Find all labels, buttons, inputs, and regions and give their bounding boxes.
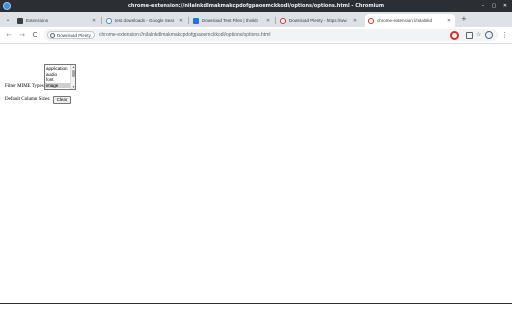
close-window-button[interactable]: ✕: [502, 0, 508, 12]
default-column-label: Default Column Sizes:: [5, 97, 51, 102]
scroll-down-icon[interactable]: ▼: [71, 85, 75, 89]
google-icon: [106, 17, 112, 24]
scroll-up-icon[interactable]: ▲: [71, 65, 75, 69]
close-icon[interactable]: ✕: [91, 18, 97, 24]
extension-icon: [50, 32, 55, 38]
filter-mime-label: Filter MIME Types:: [5, 84, 46, 89]
address-bar[interactable]: Download Plenty chrome-extension://niIal…: [44, 29, 498, 41]
tab-strip: ⌄ Extensions ✕ test downloads - Google S…: [0, 12, 512, 27]
window-controls: – ▢ ✕: [480, 0, 508, 12]
clear-button[interactable]: Clear: [52, 95, 72, 104]
close-icon[interactable]: ✕: [446, 18, 452, 24]
tab-label: Download Plenty - https://ww: [289, 18, 347, 23]
window-title: chrome-extension://niIalnkdlmakmakcpdofg…: [127, 3, 385, 9]
page-icon: [193, 17, 199, 24]
forward-button[interactable]: →: [17, 30, 27, 40]
tab-divider: [188, 17, 189, 24]
tab-divider: [101, 17, 102, 24]
mime-option-selected[interactable]: image: [45, 82, 71, 88]
chip-label: Download Plenty: [57, 32, 91, 38]
screen-bottom-border: [0, 303, 512, 304]
window-titlebar: chrome-extension://niIalnkdlmakmakcpdofg…: [0, 0, 512, 12]
tab-download-test-files[interactable]: Download Test Files | thinkb ✕: [190, 14, 274, 27]
browser-toolbar: ← → C Download Plenty chrome-extension:/…: [0, 27, 512, 44]
new-tab-button[interactable]: +: [461, 15, 467, 24]
tab-download-plenty[interactable]: Download Plenty - https://ww ✕: [277, 14, 361, 27]
download-plenty-extension-icon[interactable]: [450, 31, 459, 40]
scroll-thumb[interactable]: [72, 70, 75, 77]
bookmark-star-icon[interactable]: ☆: [476, 29, 481, 41]
close-icon[interactable]: ✕: [178, 18, 184, 24]
default-column-row: Default Column Sizes: Clear: [5, 95, 72, 104]
reload-button[interactable]: C: [30, 30, 40, 40]
puzzle-icon: [17, 17, 23, 24]
tab-google-search[interactable]: test downloads - Google Sear ✕: [103, 14, 187, 27]
tab-label: Extensions: [26, 18, 49, 23]
options-page: Filter MIME Types: application audio fon…: [0, 45, 512, 303]
browser-menu-icon[interactable]: ⋮: [501, 30, 508, 40]
extension-chip[interactable]: Download Plenty: [47, 31, 95, 39]
tab-label: test downloads - Google Sear: [115, 18, 175, 23]
listbox-scrollbar[interactable]: ▲ ▼: [70, 65, 75, 89]
tab-divider: [275, 17, 276, 24]
close-icon[interactable]: ✕: [352, 18, 358, 24]
extensions-puzzle-icon[interactable]: [466, 32, 473, 39]
tab-label: chrome-extension://niIalnkd: [377, 18, 433, 23]
tab-search-icon[interactable]: ⌄: [4, 15, 12, 24]
maximize-button[interactable]: ▢: [491, 0, 497, 12]
tab-options-active[interactable]: chrome-extension://niIalnkd ✕: [365, 14, 455, 27]
profile-avatar-icon[interactable]: [485, 31, 493, 39]
tab-label: Download Test Files | thinkb: [202, 18, 258, 23]
plenty-icon: [368, 17, 374, 24]
minimize-button[interactable]: –: [480, 0, 486, 12]
back-button[interactable]: ←: [4, 30, 14, 40]
mime-types-listbox[interactable]: application audio font image ▲ ▼: [44, 64, 76, 90]
tab-extensions[interactable]: Extensions ✕: [14, 14, 100, 27]
plenty-icon: [280, 17, 286, 24]
close-icon[interactable]: ✕: [265, 18, 271, 24]
url-text[interactable]: chrome-extension://niIalnkdlmakmakcpdofg…: [99, 29, 270, 41]
